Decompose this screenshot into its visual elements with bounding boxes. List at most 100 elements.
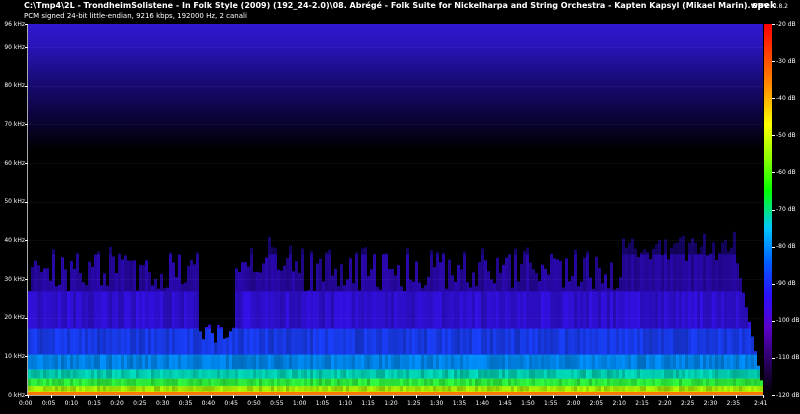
spectrogram-cell	[682, 378, 685, 387]
spectrogram-cell	[109, 385, 112, 392]
spectrogram-cell	[661, 369, 664, 379]
spectrogram-cell	[727, 385, 730, 392]
spectrogram-cell	[253, 272, 256, 292]
spectrogram-cell	[646, 254, 649, 292]
spectrogram-cell	[274, 247, 277, 255]
spectrogram-cell	[193, 378, 196, 387]
spectrogram-cell	[715, 378, 718, 387]
spectrogram-cell	[61, 369, 64, 379]
spectrogram-cell	[229, 331, 232, 355]
spectrogram-cell	[661, 291, 664, 329]
spectrogram-cell	[490, 385, 493, 392]
spectrogram-cell	[499, 291, 502, 329]
spectrogram-cell	[637, 291, 640, 329]
spectrogram-cell	[520, 385, 523, 392]
spectrogram-cell	[730, 291, 733, 329]
spectrogram-cell	[616, 291, 619, 329]
spectrogram-cell	[448, 328, 451, 355]
spectrogram-cell	[646, 378, 649, 387]
spectrogram-cell	[451, 385, 454, 392]
spectrogram-cell	[334, 385, 337, 392]
spectrogram-cell	[322, 369, 325, 379]
spectrogram-cell	[142, 328, 145, 355]
spectrogram-cell	[34, 260, 37, 292]
spectrogram-cell	[637, 257, 640, 292]
spectrogram-cell	[265, 378, 268, 387]
spectrogram-cell	[346, 385, 349, 392]
frequency-gridline	[28, 317, 763, 319]
time-tick-label: 1:00	[292, 400, 307, 407]
spectrogram-cell	[157, 378, 160, 387]
spectrogram-cell	[517, 385, 520, 392]
spectrogram-cell	[97, 369, 100, 379]
spectrogram-cell	[370, 269, 373, 292]
spectrogram-cell	[358, 378, 361, 387]
spectrogram-cell	[430, 328, 433, 355]
time-tick-label: 0:00	[19, 400, 33, 407]
spectrogram-cell	[97, 378, 100, 387]
spectrogram-cell	[736, 291, 739, 329]
spectrogram-cell	[115, 378, 118, 387]
spectrogram-cell	[232, 369, 235, 379]
spectrogram-cell	[67, 291, 70, 329]
spectrogram-cell	[283, 378, 286, 387]
spectrogram-cell	[454, 378, 457, 387]
spectrogram-cell	[235, 369, 238, 379]
spectrogram-cell	[466, 291, 469, 329]
spectrogram-cell	[352, 328, 355, 355]
spectrogram-cell	[109, 291, 112, 329]
spectrogram-cell	[445, 369, 448, 379]
spectrogram-cell	[406, 328, 409, 355]
spectrogram-cell	[445, 288, 448, 292]
spectrogram-cell	[592, 369, 595, 379]
spectrogram-cell	[181, 328, 184, 355]
spectrogram-cell	[40, 378, 43, 387]
spectrogram-cell	[397, 291, 400, 329]
spectrogram-cell	[643, 328, 646, 355]
spectrogram-cell	[91, 328, 94, 355]
spectrogram-cell	[583, 328, 586, 355]
spectrogram-cell	[745, 328, 748, 355]
spectrogram-cell	[109, 328, 112, 355]
spectrogram-cell	[214, 385, 217, 392]
spectrogram-cell	[748, 369, 751, 379]
db-tick-mark	[772, 135, 775, 137]
spectrogram-cell	[361, 378, 364, 387]
spectrogram-cell	[82, 328, 85, 355]
spectrogram-cell	[649, 291, 652, 329]
spectrogram-cell	[718, 291, 721, 329]
spectrogram-cell	[52, 254, 55, 292]
frequency-tick-mark	[25, 317, 28, 319]
spectrogram-cell	[304, 291, 307, 292]
spectrogram-cell	[379, 385, 382, 392]
spectrogram-cell	[517, 328, 520, 355]
spectrogram-cell	[523, 378, 526, 387]
time-tick-mark	[621, 395, 623, 398]
time-tick-label: 0:15	[87, 400, 101, 407]
spectrogram-cell	[247, 369, 250, 379]
spectrogram-cell	[154, 291, 157, 329]
spectrogram-cell	[682, 385, 685, 392]
spectrogram-cell	[733, 231, 736, 255]
spectrogram-cell	[283, 291, 286, 329]
spectrogram-cell	[289, 254, 292, 292]
spectrogram-cell	[709, 253, 712, 255]
spectrogram-cell	[655, 385, 658, 392]
spectrogram-cell	[184, 291, 187, 329]
spectrogram-cell	[481, 369, 484, 379]
spectrogram-cell	[349, 369, 352, 379]
spectrogram-cell	[214, 369, 217, 379]
spectrogram-cell	[544, 378, 547, 387]
spectrogram-cell	[79, 385, 82, 392]
spectrogram-cell	[307, 328, 310, 355]
spectrogram-cell	[157, 385, 160, 392]
spectrogram-cell	[559, 260, 562, 292]
spectrogram-cell	[706, 255, 709, 292]
spectrogram-cell	[73, 328, 76, 355]
spectrogram-cell	[28, 291, 31, 329]
spectrogram-cell	[169, 369, 172, 379]
spectrogram-cell	[361, 328, 364, 355]
spectrogram-cell	[166, 385, 169, 392]
spectrogram-cell	[238, 378, 241, 387]
spectrogram-cell	[352, 291, 355, 329]
